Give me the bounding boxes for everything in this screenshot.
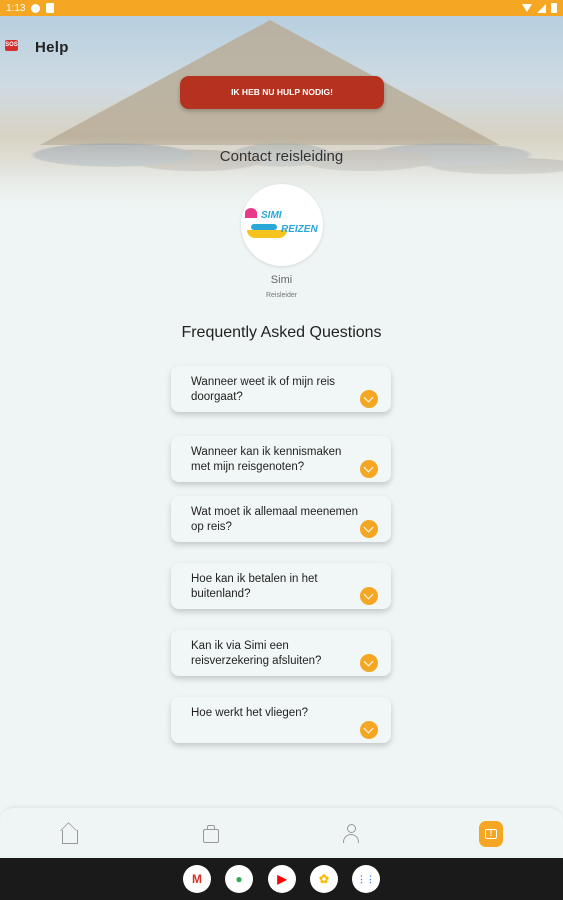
chat-icon: !: [485, 829, 497, 839]
tour-leader-name: Simi: [270, 274, 293, 286]
chevron-down-icon[interactable]: [360, 587, 378, 605]
nav-help[interactable]: !: [479, 821, 503, 847]
sos-icon[interactable]: SOS: [5, 40, 18, 51]
tour-leader-role: Reisleider: [265, 292, 298, 299]
faq-item[interactable]: Kan ik via Simi een reisverzekering afsl…: [171, 630, 391, 676]
chevron-down-icon[interactable]: [360, 460, 378, 478]
suitcase-icon: [203, 824, 219, 843]
photos-icon[interactable]: ✿: [310, 865, 338, 893]
faq-item[interactable]: Hoe kan ik betalen in het buitenland?: [171, 563, 391, 609]
contact-title: Contact reisleiding: [219, 148, 344, 165]
chevron-down-icon[interactable]: [360, 390, 378, 408]
faq-question: Hoe kan ik betalen in het buitenland?: [191, 573, 318, 600]
palm-tree-icon: [245, 208, 257, 218]
logo-text-simi: SIMI: [261, 210, 282, 221]
faq-question: Wanneer weet ik of mijn reis doorgaat?: [191, 376, 336, 403]
faq-item[interactable]: Wanneer kan ik kennismaken met mijn reis…: [171, 436, 391, 482]
emergency-help-button[interactable]: IK HEB NU HULP NODIG!: [180, 76, 384, 109]
chrome-icon[interactable]: ●: [225, 865, 253, 893]
logo-text-reizen: REIZEN: [281, 224, 318, 235]
tour-leader-avatar[interactable]: SIMI REIZEN: [241, 184, 323, 266]
chevron-down-icon[interactable]: [360, 721, 378, 739]
faq-item[interactable]: Wat moet ik allemaal meenemen op reis?: [171, 496, 391, 542]
bottom-navigation: !: [0, 807, 563, 857]
notification-icon: [31, 3, 41, 13]
signal-icon: [537, 3, 546, 13]
battery-icon: [551, 3, 557, 13]
faq-heading: Frequently Asked Questions: [181, 324, 382, 341]
nav-home[interactable]: [58, 822, 82, 846]
top-bar: SOS Help: [0, 30, 563, 66]
profile-icon: [342, 824, 360, 844]
faq-question: Hoe werkt het vliegen?: [191, 707, 308, 719]
nav-trips[interactable]: [199, 822, 223, 846]
sim-card-icon: [46, 3, 55, 13]
chevron-down-icon[interactable]: [360, 520, 378, 538]
faq-item[interactable]: Hoe werkt het vliegen?: [171, 697, 391, 743]
youtube-icon[interactable]: ▶: [268, 865, 296, 893]
faq-question: Wat moet ik allemaal meenemen op reis?: [191, 506, 359, 533]
chevron-down-icon[interactable]: [360, 654, 378, 672]
home-icon: [62, 830, 78, 844]
wifi-icon: [522, 4, 532, 12]
faq-question: Kan ik via Simi een reisverzekering afsl…: [191, 640, 322, 667]
status-bar: 1:13: [0, 0, 563, 16]
page-title: Help: [35, 39, 69, 56]
system-dock: M ● ▶ ✿ ⋮⋮: [0, 858, 563, 900]
app-drawer-icon[interactable]: ⋮⋮: [352, 865, 380, 893]
gmail-icon[interactable]: M: [183, 865, 211, 893]
nav-profile[interactable]: [339, 822, 363, 846]
faq-item[interactable]: Wanneer weet ik of mijn reis doorgaat?: [171, 366, 391, 412]
faq-question: Wanneer kan ik kennismaken met mijn reis…: [191, 446, 342, 473]
status-time: 1:13: [6, 2, 26, 14]
